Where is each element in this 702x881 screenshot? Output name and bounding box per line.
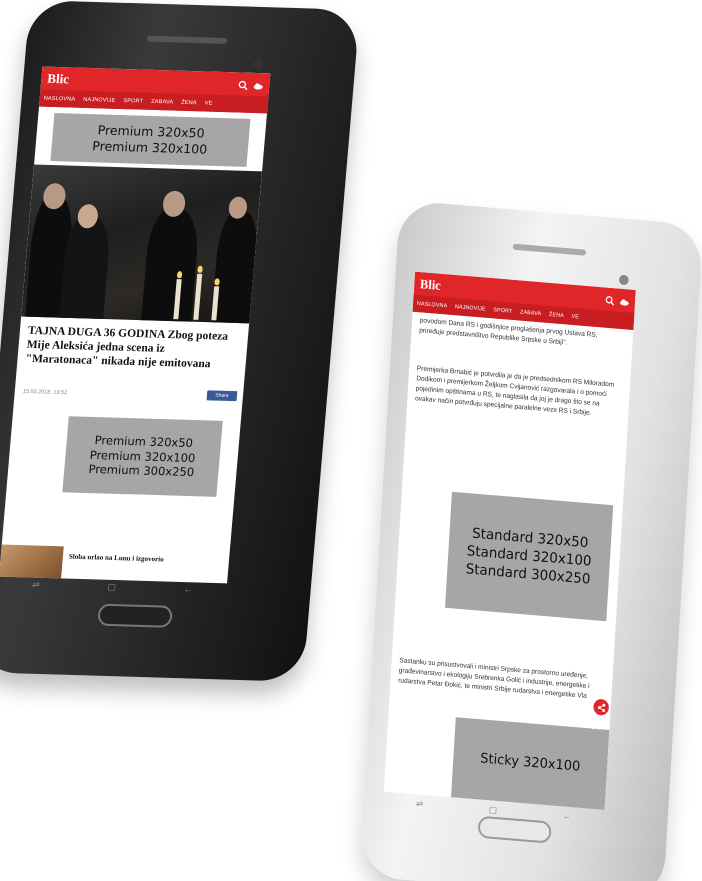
blic-logo[interactable]: Blic xyxy=(47,71,70,88)
weather-cloud-icon[interactable] xyxy=(253,81,264,91)
left-phone: Blic NASLOVNA NAJNOVIJE SPORT ZABAVA ŽEN… xyxy=(0,0,360,682)
nav-item-zabava[interactable]: ZABAVA xyxy=(151,98,174,105)
nav-item-najnovije[interactable]: NAJNOVIJE xyxy=(455,304,486,313)
physical-home-button[interactable] xyxy=(97,603,173,628)
nav-item-naslovna[interactable]: NASLOVNA xyxy=(417,300,448,309)
search-icon[interactable] xyxy=(238,80,249,91)
search-icon[interactable] xyxy=(605,296,615,307)
front-camera xyxy=(618,274,629,286)
weather-cloud-icon[interactable] xyxy=(619,297,629,308)
speaker-grille xyxy=(146,35,228,44)
physical-home-button[interactable] xyxy=(477,815,552,844)
front-camera xyxy=(252,58,264,70)
share-button-label: Share xyxy=(215,392,229,399)
right-phone: Blic NASLOVNA NAJNOVIJE SPORT ZABAVA ŽEN… xyxy=(359,200,702,881)
ad-size-label: Premium 320x100 xyxy=(91,138,208,157)
article-timestamp: 15.03.2018. 13:52 xyxy=(22,388,68,397)
ad-slot-standard[interactable]: Standard 320x50 Standard 320x100 Standar… xyxy=(445,491,614,622)
category-nav: NASLOVNA NAJNOVIJE SPORT ZABAVA ŽENA VE xyxy=(38,89,269,114)
ad-size-label: Sticky 320x100 xyxy=(479,750,581,775)
ad-slot-premium-mid[interactable]: Premium 320x50 Premium 320x100 Premium 3… xyxy=(62,416,223,497)
article-paragraph: Premijerka Brnabić je potvrdila je da je… xyxy=(414,365,615,417)
recent-apps-icon[interactable]: ⇌ xyxy=(32,580,40,591)
nav-item-naslovna[interactable]: NASLOVNA xyxy=(43,95,75,102)
teaser-thumbnail[interactable] xyxy=(0,544,64,581)
article-paragraph: Sastanku su prisustvovali i ministri Srp… xyxy=(397,657,590,700)
ad-slot-premium-top[interactable]: Premium 320x50 Premium 320x100 xyxy=(50,113,251,167)
blic-logo[interactable]: Blic xyxy=(420,276,442,294)
nav-item-ve[interactable]: VE xyxy=(205,100,213,106)
recent-apps-icon[interactable]: ⇌ xyxy=(416,798,424,810)
left-phone-screen: Blic NASLOVNA NAJNOVIJE SPORT ZABAVA ŽEN… xyxy=(0,66,271,584)
ad-size-label: Premium 300x250 xyxy=(87,462,195,480)
nav-item-zena[interactable]: ŽENA xyxy=(549,311,564,318)
nav-item-zabava[interactable]: ZABAVA xyxy=(520,309,542,317)
close-icon[interactable]: ✕ xyxy=(590,716,603,735)
article-headline[interactable]: TAJNA DUGA 36 GODINA Zbog poteza Mije Al… xyxy=(25,325,239,373)
back-icon[interactable]: ← xyxy=(183,584,193,595)
speaker-grille xyxy=(512,243,587,256)
nav-item-zena[interactable]: ŽENA xyxy=(181,99,197,105)
nav-item-sport[interactable]: SPORT xyxy=(493,307,512,315)
nav-item-najnovije[interactable]: NAJNOVIJE xyxy=(83,96,116,103)
nav-item-sport[interactable]: SPORT xyxy=(123,98,143,105)
ad-slot-sticky[interactable]: Sticky 320x100 xyxy=(451,717,610,810)
home-icon[interactable]: ▢ xyxy=(107,582,116,593)
home-icon[interactable]: ▢ xyxy=(489,804,498,816)
facebook-share-button[interactable]: Share xyxy=(206,390,238,402)
nav-item-ve[interactable]: VE xyxy=(571,313,579,320)
teaser-headline[interactable]: Sloba urlao na Lunu i izgovorio xyxy=(69,553,226,566)
right-phone-screen: Blic NASLOVNA NAJNOVIJE SPORT ZABAVA ŽEN… xyxy=(383,271,636,811)
share-icon[interactable] xyxy=(592,698,610,716)
back-icon[interactable]: ← xyxy=(562,811,571,823)
article-photo[interactable] xyxy=(21,164,263,324)
app-header: Blic NASLOVNA NAJNOVIJE SPORT ZABAVA ŽEN… xyxy=(38,66,271,114)
